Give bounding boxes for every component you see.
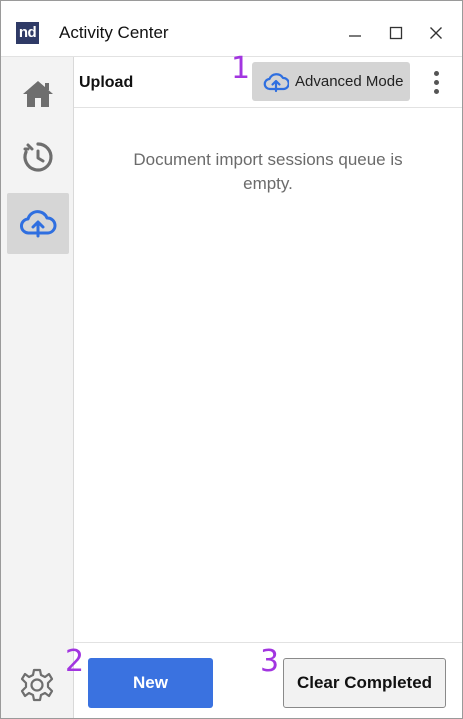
annotation-label-2: 2 — [65, 644, 85, 679]
close-button[interactable] — [419, 17, 453, 49]
more-options-button[interactable] — [424, 65, 448, 99]
annotation-label-3: 3 — [260, 644, 280, 679]
maximize-icon — [389, 26, 403, 40]
minimize-icon — [349, 35, 361, 37]
section-title: Upload — [79, 74, 134, 91]
upload-queue-panel: Document import sessions queue is empty. — [74, 108, 462, 642]
advanced-mode-button[interactable]: Advanced Mode — [252, 62, 410, 101]
title-bar: nd Activity Center — [1, 1, 462, 57]
sidebar-item-upload[interactable] — [7, 193, 69, 254]
minimize-button[interactable] — [338, 17, 372, 49]
annotation-label-1: 1 — [231, 51, 251, 86]
close-icon — [430, 27, 442, 39]
upload-toolbar: Upload 1 Advanced Mode — [74, 51, 462, 108]
new-button[interactable]: New — [88, 658, 213, 708]
gear-icon — [20, 668, 54, 701]
sidebar-item-history[interactable] — [7, 126, 69, 187]
activity-center-window: nd Activity Center Upload 1 Advanced Mod… — [0, 0, 463, 719]
empty-queue-message: Document import sessions queue is empty. — [133, 150, 403, 193]
sidebar-item-home[interactable] — [7, 63, 69, 124]
footer-actions: 2 New 3 Clear Completed — [65, 642, 462, 718]
maximize-button[interactable] — [379, 17, 413, 49]
sidebar — [1, 57, 74, 718]
advanced-mode-label: Advanced Mode — [295, 73, 404, 90]
settings-button[interactable] — [12, 654, 62, 715]
app-logo: nd — [16, 22, 39, 44]
window-title: Activity Center — [59, 23, 169, 42]
cloud-upload-icon — [20, 209, 57, 237]
history-icon — [23, 141, 53, 172]
cloud-upload-icon — [263, 71, 289, 93]
clear-completed-button[interactable]: Clear Completed — [283, 658, 446, 708]
home-icon — [23, 80, 53, 107]
more-vertical-icon — [433, 70, 439, 76]
